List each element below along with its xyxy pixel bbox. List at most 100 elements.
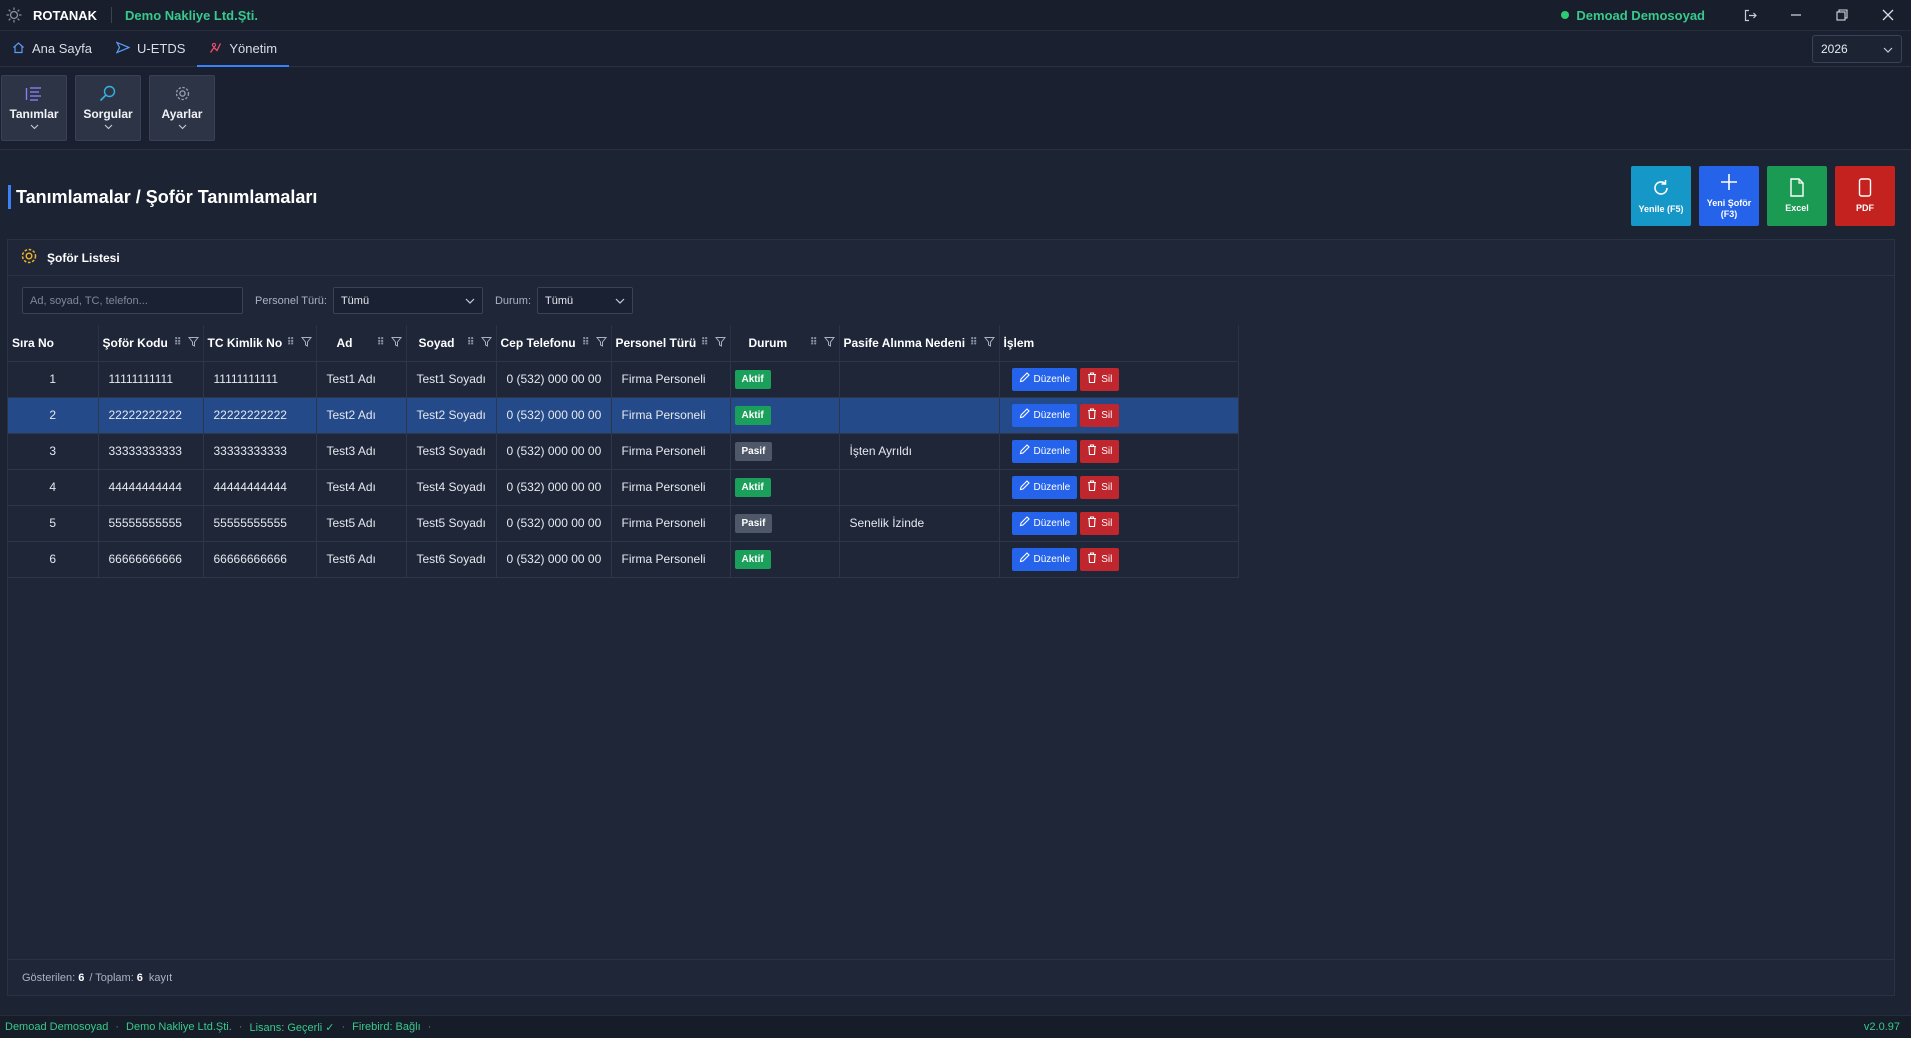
- personnel-type-select[interactable]: Tümü: [332, 287, 483, 314]
- unit-label: kayıt: [148, 971, 173, 984]
- edit-button[interactable]: Düzenle: [1011, 403, 1078, 427]
- status-firebird: Firebird: Bağlı: [352, 1021, 421, 1033]
- trash-icon: [1087, 516, 1097, 530]
- ribbon-tanimlar-button[interactable]: Tanımlar: [1, 75, 67, 141]
- pdf-label: PDF: [1856, 203, 1874, 213]
- cell-actions: Düzenle Sil: [999, 432, 1239, 469]
- trash-icon: [1087, 372, 1097, 386]
- cell-no: 1: [8, 360, 99, 397]
- edit-label: Düzenle: [1033, 373, 1071, 385]
- cell-status: Aktif: [730, 396, 840, 433]
- tab-label: U-ETDS: [137, 41, 186, 56]
- status-bar: Demoad Demosoyad · Demo Nakliye Ltd.Şti.…: [0, 1015, 1911, 1038]
- pencil-icon: [1019, 516, 1030, 530]
- column-header[interactable]: Sıra No: [8, 325, 99, 361]
- pdf-file-icon: [1858, 178, 1872, 200]
- edit-label: Düzenle: [1033, 481, 1071, 493]
- cell-surname: Test5 Soyadı: [406, 504, 497, 541]
- chart-icon: [209, 41, 222, 57]
- column-header[interactable]: TC Kimlik No ⠿: [203, 325, 317, 361]
- edit-button[interactable]: Düzenle: [1011, 367, 1078, 391]
- ribbon-sorgular-button[interactable]: Sorgular: [75, 75, 141, 141]
- sort-icon: ⠿: [700, 337, 709, 349]
- cell-phone: 0 (532) 000 00 00: [496, 396, 612, 433]
- delete-button[interactable]: Sil: [1080, 547, 1120, 571]
- cell-no: 2: [8, 396, 99, 433]
- new-driver-button[interactable]: Yeni Şoför (F3): [1699, 166, 1759, 226]
- cell-reason: [839, 360, 1000, 397]
- chevron-down-icon: [104, 123, 113, 131]
- cell-actions: Düzenle Sil: [999, 540, 1239, 578]
- cell-surname: Test4 Soyadı: [406, 468, 497, 505]
- tab-yonetim[interactable]: Yönetim: [197, 31, 289, 67]
- page-title: Tanımlamalar / Şoför Tanımlamaları: [8, 185, 317, 209]
- column-header[interactable]: Soyad ⠿: [406, 325, 497, 361]
- column-header[interactable]: Pasife Alınma Nedeni ⠿: [839, 325, 1000, 361]
- status-select[interactable]: Tümü: [537, 287, 634, 314]
- plus-icon: [1719, 172, 1739, 195]
- sort-icon: ⠿: [809, 337, 818, 349]
- cell-tc: 33333333333: [203, 432, 317, 469]
- delete-label: Sil: [1101, 373, 1113, 385]
- restore-icon[interactable]: [1819, 0, 1865, 31]
- filter-icon: [390, 336, 402, 350]
- edit-button[interactable]: Düzenle: [1011, 475, 1078, 499]
- table-row[interactable]: 2 22222222222 22222222222 Test2 Adı Test2 So…: [8, 396, 1239, 433]
- year-select[interactable]: 2026: [1812, 35, 1902, 63]
- cell-tc: 55555555555: [203, 504, 317, 541]
- table-row[interactable]: 5 55555555555 55555555555 Test5 Adı Test5 So…: [8, 504, 1239, 541]
- column-header[interactable]: Şoför Kodu ⠿: [98, 325, 204, 361]
- cell-name: Test4 Adı: [316, 468, 407, 505]
- column-header[interactable]: Cep Telefonu ⠿: [496, 325, 612, 361]
- filter-icon: [983, 336, 995, 350]
- minimize-icon[interactable]: [1773, 0, 1819, 31]
- cell-reason: [839, 468, 1000, 505]
- search-input[interactable]: [22, 287, 243, 314]
- column-header[interactable]: Durum ⠿: [730, 325, 840, 361]
- delete-button[interactable]: Sil: [1080, 511, 1120, 535]
- excel-label: Excel: [1785, 203, 1809, 213]
- tab-ana-sayfa[interactable]: Ana Sayfa: [0, 31, 104, 66]
- delete-button[interactable]: Sil: [1080, 475, 1120, 499]
- delete-button[interactable]: Sil: [1080, 367, 1120, 391]
- table-row[interactable]: 4 44444444444 44444444444 Test4 Adı Test4 So…: [8, 468, 1239, 505]
- edit-button[interactable]: Düzenle: [1011, 439, 1078, 463]
- tab-u-etds[interactable]: U-ETDS: [104, 31, 197, 66]
- cell-code: 66666666666: [98, 540, 204, 578]
- status-label: Durum:: [494, 294, 532, 307]
- pencil-icon: [1019, 444, 1030, 458]
- delete-button[interactable]: Sil: [1080, 439, 1120, 463]
- cell-actions: Düzenle Sil: [999, 396, 1239, 433]
- edit-button[interactable]: Düzenle: [1011, 547, 1078, 571]
- cell-surname: Test1 Soyadı: [406, 360, 497, 397]
- column-header[interactable]: Ad ⠿: [316, 325, 407, 361]
- table-row[interactable]: 6 66666666666 66666666666 Test6 Adı Test6 So…: [8, 540, 1239, 578]
- status-badge: Aktif: [734, 369, 771, 389]
- cell-surname: Test6 Soyadı: [406, 540, 497, 578]
- filter-icon: [300, 336, 312, 350]
- excel-button[interactable]: Excel: [1767, 166, 1827, 226]
- cell-name: Test3 Adı: [316, 432, 407, 469]
- status-version: v2.0.97: [1863, 1021, 1900, 1033]
- sort-icon: ⠿: [286, 337, 295, 349]
- filter-icon: [480, 336, 492, 350]
- gear-icon: [20, 247, 38, 268]
- new-driver-label: Yeni Şoför (F3): [1706, 198, 1752, 219]
- pdf-button[interactable]: PDF: [1835, 166, 1895, 226]
- chevron-down-icon: [178, 123, 187, 131]
- delete-button[interactable]: Sil: [1080, 403, 1120, 427]
- list-icon: [25, 86, 43, 105]
- filter-icon: [187, 336, 199, 350]
- table-row[interactable]: 3 33333333333 33333333333 Test3 Adı Test3 So…: [8, 432, 1239, 469]
- table-row[interactable]: 1 11111111111 11111111111 Test1 Adı Test1 So…: [8, 360, 1239, 397]
- tab-label: Yönetim: [229, 41, 278, 56]
- close-icon[interactable]: [1865, 0, 1911, 31]
- logout-icon[interactable]: [1727, 0, 1773, 31]
- refresh-button[interactable]: Yenile (F5): [1631, 166, 1691, 226]
- ribbon-ayarlar-button[interactable]: Ayarlar: [149, 75, 215, 141]
- column-header[interactable]: Personel Türü ⠿: [611, 325, 731, 361]
- cell-tc: 22222222222: [203, 396, 317, 433]
- current-user[interactable]: Demoad Demosoyad: [1561, 8, 1705, 23]
- ribbon-label: Sorgular: [83, 107, 133, 121]
- edit-button[interactable]: Düzenle: [1011, 511, 1078, 535]
